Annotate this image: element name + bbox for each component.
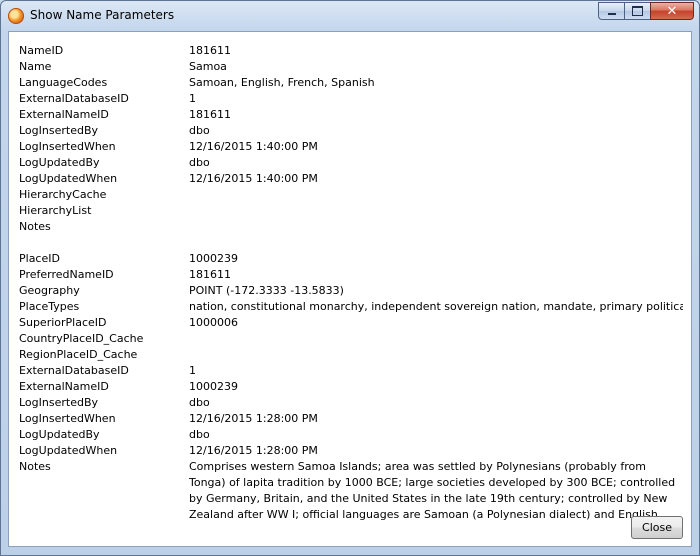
param-key: LogInsertedBy bbox=[19, 396, 99, 409]
param-key: ExternalDatabaseID bbox=[19, 364, 129, 377]
param-value: 1000239 bbox=[189, 252, 238, 265]
param-value bbox=[189, 203, 683, 219]
param-value: 1 bbox=[189, 92, 196, 105]
param-value: Samoan, English, French, Spanish bbox=[189, 76, 375, 89]
minimize-button[interactable] bbox=[598, 2, 624, 20]
param-row: LogUpdatedWhen 12/16/2015 1:40:00 PM bbox=[19, 171, 683, 187]
param-row: ExternalNameID 181611 bbox=[19, 107, 683, 123]
close-icon: ✕ bbox=[666, 3, 678, 19]
param-key: ExternalDatabaseID bbox=[19, 92, 129, 105]
param-row: CountryPlaceID_Cache bbox=[19, 331, 683, 347]
param-value: dbo bbox=[189, 156, 210, 169]
param-value: 181611 bbox=[189, 268, 231, 281]
param-key: ExternalNameID bbox=[19, 108, 109, 121]
param-row: NameID 181611 bbox=[19, 43, 683, 59]
name-parameters: NameID 181611 Name Samoa LanguageCodes Samoan… bbox=[19, 43, 683, 235]
param-value bbox=[189, 219, 683, 235]
param-row: PlaceTypes nation, constitutional monarch… bbox=[19, 299, 683, 315]
param-value bbox=[189, 331, 683, 347]
param-row: Notes bbox=[19, 219, 683, 235]
param-row: Name Samoa bbox=[19, 59, 683, 75]
param-row: LogInsertedWhen 12/16/2015 1:40:00 PM bbox=[19, 139, 683, 155]
place-parameters: PlaceID 1000239 PreferredNameID 181611 Geogr… bbox=[19, 251, 683, 523]
param-value: Comprises western Samoa Islands; area wa… bbox=[189, 460, 676, 521]
param-row: LogUpdatedBy dbo bbox=[19, 155, 683, 171]
param-key: LogInsertedWhen bbox=[19, 140, 116, 153]
param-key: LogUpdatedBy bbox=[19, 156, 100, 169]
param-key: LogUpdatedWhen bbox=[19, 172, 118, 185]
close-button[interactable]: Close bbox=[631, 516, 683, 539]
window-title: Show Name Parameters bbox=[30, 8, 175, 22]
param-row: LogInsertedBy dbo bbox=[19, 123, 683, 139]
window-close-button[interactable]: ✕ bbox=[650, 2, 694, 20]
param-key: LogUpdatedBy bbox=[19, 428, 100, 441]
param-value bbox=[189, 187, 683, 203]
param-value: 12/16/2015 1:28:00 PM bbox=[189, 412, 318, 425]
param-row: LogInsertedBy dbo bbox=[19, 395, 683, 411]
param-row: Notes Comprises western Samoa Islands; ar… bbox=[19, 459, 683, 523]
param-key: Notes bbox=[19, 460, 51, 473]
param-row: LanguageCodes Samoan, English, French, Sp… bbox=[19, 75, 683, 91]
param-value: nation, constitutional monarchy, indepen… bbox=[189, 300, 683, 313]
caption-buttons: ✕ bbox=[598, 2, 694, 21]
param-value: 12/16/2015 1:40:00 PM bbox=[189, 140, 318, 153]
param-value: Samoa bbox=[189, 60, 227, 73]
param-value: 181611 bbox=[189, 44, 231, 57]
param-key: LanguageCodes bbox=[19, 76, 108, 89]
param-value: 1000006 bbox=[189, 316, 238, 329]
minimize-icon bbox=[607, 13, 616, 15]
param-value: POINT (-172.3333 -13.5833) bbox=[189, 284, 344, 297]
param-key: Geography bbox=[19, 284, 80, 297]
maximize-icon bbox=[632, 6, 643, 16]
param-row: HierarchyList bbox=[19, 203, 683, 219]
param-key: CountryPlaceID_Cache bbox=[19, 332, 144, 345]
param-key: PreferredNameID bbox=[19, 268, 114, 281]
param-key: NameID bbox=[19, 44, 64, 57]
param-row: LogInsertedWhen 12/16/2015 1:28:00 PM bbox=[19, 411, 683, 427]
param-key: HierarchyCache bbox=[19, 188, 107, 201]
param-row: PreferredNameID 181611 bbox=[19, 267, 683, 283]
app-icon bbox=[8, 8, 24, 24]
maximize-button[interactable] bbox=[624, 2, 650, 20]
param-value: 12/16/2015 1:28:00 PM bbox=[189, 444, 318, 457]
param-row: SuperiorPlaceID 1000006 bbox=[19, 315, 683, 331]
param-key: ExternalNameID bbox=[19, 380, 109, 393]
param-row: ExternalDatabaseID 1 bbox=[19, 91, 683, 107]
param-key: LogInsertedWhen bbox=[19, 412, 116, 425]
param-value: dbo bbox=[189, 428, 210, 441]
param-key: SuperiorPlaceID bbox=[19, 316, 107, 329]
param-row: Geography POINT (-172.3333 -13.5833) bbox=[19, 283, 683, 299]
param-key: RegionPlaceID_Cache bbox=[19, 348, 138, 361]
parameter-list: NameID 181611 Name Samoa LanguageCodes Samoan… bbox=[19, 43, 683, 523]
param-key: PlaceTypes bbox=[19, 300, 80, 313]
dialog-window: Show Name Parameters ✕ NameID 181611 Name S… bbox=[0, 0, 700, 556]
param-value: 1000239 bbox=[189, 380, 238, 393]
param-row: RegionPlaceID_Cache bbox=[19, 347, 683, 363]
param-value: 181611 bbox=[189, 108, 231, 121]
param-key: Name bbox=[19, 60, 52, 73]
param-row: LogUpdatedBy dbo bbox=[19, 427, 683, 443]
dialog-content-area: NameID 181611 Name Samoa LanguageCodes Samoan… bbox=[8, 31, 692, 547]
param-key: Notes bbox=[19, 220, 51, 233]
param-value: dbo bbox=[189, 396, 210, 409]
param-row: ExternalDatabaseID 1 bbox=[19, 363, 683, 379]
param-key: LogUpdatedWhen bbox=[19, 444, 118, 457]
param-value bbox=[189, 347, 683, 363]
param-row: ExternalNameID 1000239 bbox=[19, 379, 683, 395]
param-key: PlaceID bbox=[19, 252, 60, 265]
param-row: PlaceID 1000239 bbox=[19, 251, 683, 267]
param-value: dbo bbox=[189, 124, 210, 137]
param-row: HierarchyCache bbox=[19, 187, 683, 203]
param-key: LogInsertedBy bbox=[19, 124, 99, 137]
param-key: HierarchyList bbox=[19, 204, 92, 217]
param-row: LogUpdatedWhen 12/16/2015 1:28:00 PM bbox=[19, 443, 683, 459]
param-value: 1 bbox=[189, 364, 196, 377]
param-value: 12/16/2015 1:40:00 PM bbox=[189, 172, 318, 185]
title-bar[interactable]: Show Name Parameters ✕ bbox=[1, 1, 699, 31]
